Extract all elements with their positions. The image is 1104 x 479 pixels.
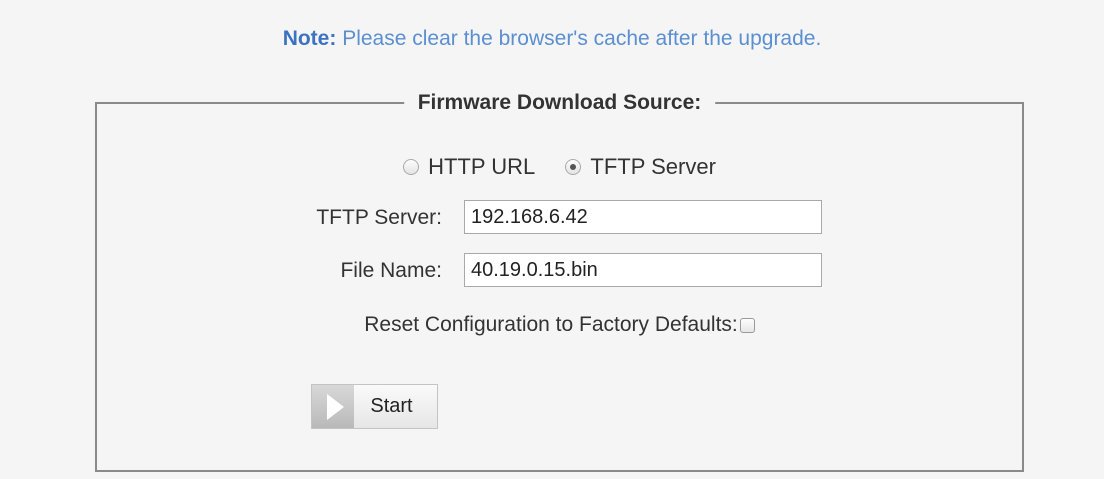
start-button-label: Start xyxy=(370,395,413,417)
file-name-input[interactable] xyxy=(464,253,822,287)
tftp-server-label: TFTP Server: xyxy=(316,206,442,229)
note-prefix: Note: xyxy=(282,27,337,50)
fieldset-legend: Firmware Download Source: xyxy=(403,87,716,119)
note-message: Note: Please clear the browser's cache a… xyxy=(0,24,1104,54)
note-text: Please clear the browser's cache after t… xyxy=(336,27,822,50)
http-url-label: HTTP URL xyxy=(428,154,536,179)
play-icon xyxy=(326,393,344,420)
reset-defaults-row: Reset Configuration to Factory Defaults: xyxy=(97,309,1022,341)
start-button[interactable]: Start xyxy=(311,384,438,429)
tftp-server-row: TFTP Server: xyxy=(97,200,1022,236)
radio-option-http-url[interactable]: HTTP URL xyxy=(403,151,535,183)
http-url-radio[interactable] xyxy=(403,159,420,175)
file-name-label: File Name: xyxy=(340,259,442,282)
tftp-server-option-label: TFTP Server xyxy=(590,154,716,179)
tftp-server-radio[interactable] xyxy=(565,159,582,175)
upgrade-page: Note: Please clear the browser's cache a… xyxy=(0,0,1104,479)
firmware-source-fieldset: Firmware Download Source: HTTP URL TFTP … xyxy=(95,87,1024,472)
tftp-server-input[interactable] xyxy=(464,200,822,234)
radio-option-tftp-server[interactable]: TFTP Server xyxy=(565,151,716,183)
file-name-row: File Name: xyxy=(97,253,1022,289)
play-icon-box xyxy=(312,385,354,428)
reset-defaults-checkbox[interactable] xyxy=(739,317,755,333)
reset-defaults-label: Reset Configuration to Factory Defaults: xyxy=(364,313,738,336)
source-radio-group: HTTP URL TFTP Server xyxy=(97,151,1022,184)
